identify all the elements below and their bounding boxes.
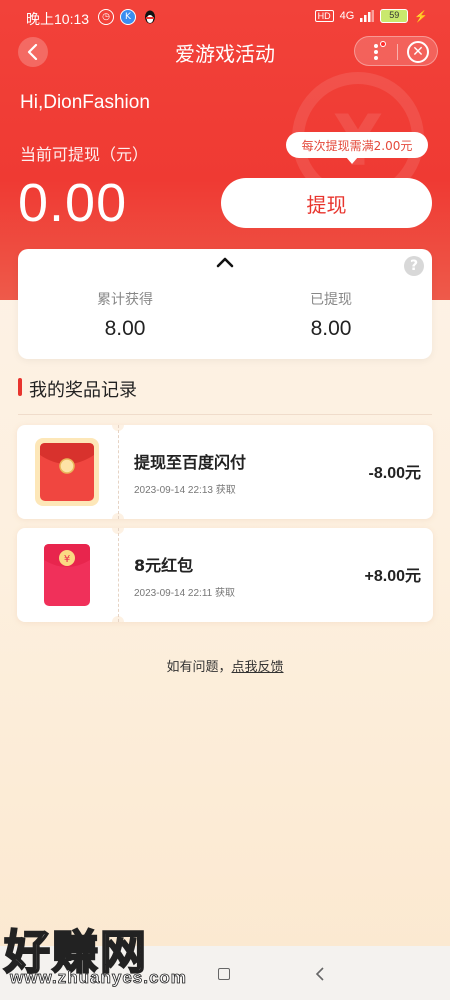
earned-value: 8.00 bbox=[104, 317, 146, 340]
recents-icon[interactable] bbox=[218, 968, 230, 980]
battery-indicator: 59 bbox=[380, 9, 409, 23]
app-k-icon: K bbox=[120, 9, 136, 25]
mini-program-capsule: ✕ bbox=[354, 36, 438, 66]
nav-back-icon[interactable] bbox=[313, 966, 327, 982]
earned-label: 累计获得 bbox=[97, 292, 153, 308]
svg-text:¥: ¥ bbox=[64, 554, 70, 565]
dashed-separator bbox=[118, 425, 119, 519]
section-title: 我的奖品记录 bbox=[29, 380, 137, 401]
feedback-prefix: 如有问题， bbox=[166, 660, 232, 675]
record-time: 2023-09-14 22:11 获取 bbox=[134, 588, 235, 599]
balance-value: 0.00 bbox=[18, 173, 128, 233]
earned-stat: 累计获得 8.00 bbox=[45, 289, 205, 341]
withdraw-tip-bubble: 每次提现需满2.00元 bbox=[286, 132, 428, 164]
notification-dot bbox=[380, 41, 386, 47]
qq-penguin-icon bbox=[142, 9, 158, 25]
section-divider bbox=[18, 414, 432, 415]
alarm-icon: ◷ bbox=[98, 9, 114, 25]
notification-icons: ◷ K bbox=[98, 9, 158, 25]
help-icon[interactable]: ? bbox=[404, 256, 424, 276]
summary-card: ? 累计获得 8.00 已提现 8.00 bbox=[18, 249, 432, 359]
record-title: 提现至百度闪付 bbox=[134, 453, 247, 472]
hd-badge: HD bbox=[314, 10, 334, 22]
charging-icon: ⚡ bbox=[414, 10, 428, 23]
collapse-caret-icon[interactable] bbox=[216, 255, 234, 269]
site-watermark-url: www.zhuanyes.com bbox=[10, 968, 187, 988]
record-time: 2023-09-14 22:13 获取 bbox=[134, 485, 236, 496]
withdrawn-value: 8.00 bbox=[310, 317, 352, 340]
section-accent-bar bbox=[18, 378, 22, 396]
capsule-divider bbox=[397, 44, 398, 60]
feedback-link[interactable]: 点我反馈 bbox=[232, 660, 284, 675]
withdrawn-stat: 已提现 8.00 bbox=[251, 289, 411, 341]
withdraw-button[interactable]: 提现 bbox=[221, 178, 432, 228]
record-amount: -8.00元 bbox=[368, 465, 421, 482]
network-type: 4G bbox=[339, 10, 355, 22]
status-time: 晚上10:13 bbox=[26, 11, 90, 27]
feedback-line: 如有问题，点我反馈 bbox=[0, 656, 450, 675]
red-envelope-icon bbox=[35, 438, 99, 506]
status-bar: 晚上10:13 ◷ K HD 4G 59 ⚡ bbox=[0, 0, 450, 36]
dashed-separator bbox=[118, 528, 119, 622]
greeting-text: Hi,DionFashion bbox=[20, 92, 150, 113]
signal-icon bbox=[360, 10, 375, 22]
list-item[interactable]: ¥ 8元红包 2023-09-14 22:11 获取 +8.00元 bbox=[17, 528, 433, 622]
record-amount: +8.00元 bbox=[364, 568, 422, 585]
record-title: 8元红包 bbox=[134, 556, 194, 575]
balance-label: 当前可提现（元） bbox=[20, 145, 149, 164]
close-icon[interactable]: ✕ bbox=[407, 41, 429, 63]
status-right: HD 4G 59 ⚡ bbox=[314, 9, 428, 23]
list-item[interactable]: 提现至百度闪付 2023-09-14 22:13 获取 -8.00元 bbox=[17, 425, 433, 519]
yuan-red-packet-icon: ¥ bbox=[44, 544, 90, 606]
withdrawn-label: 已提现 bbox=[310, 292, 352, 308]
